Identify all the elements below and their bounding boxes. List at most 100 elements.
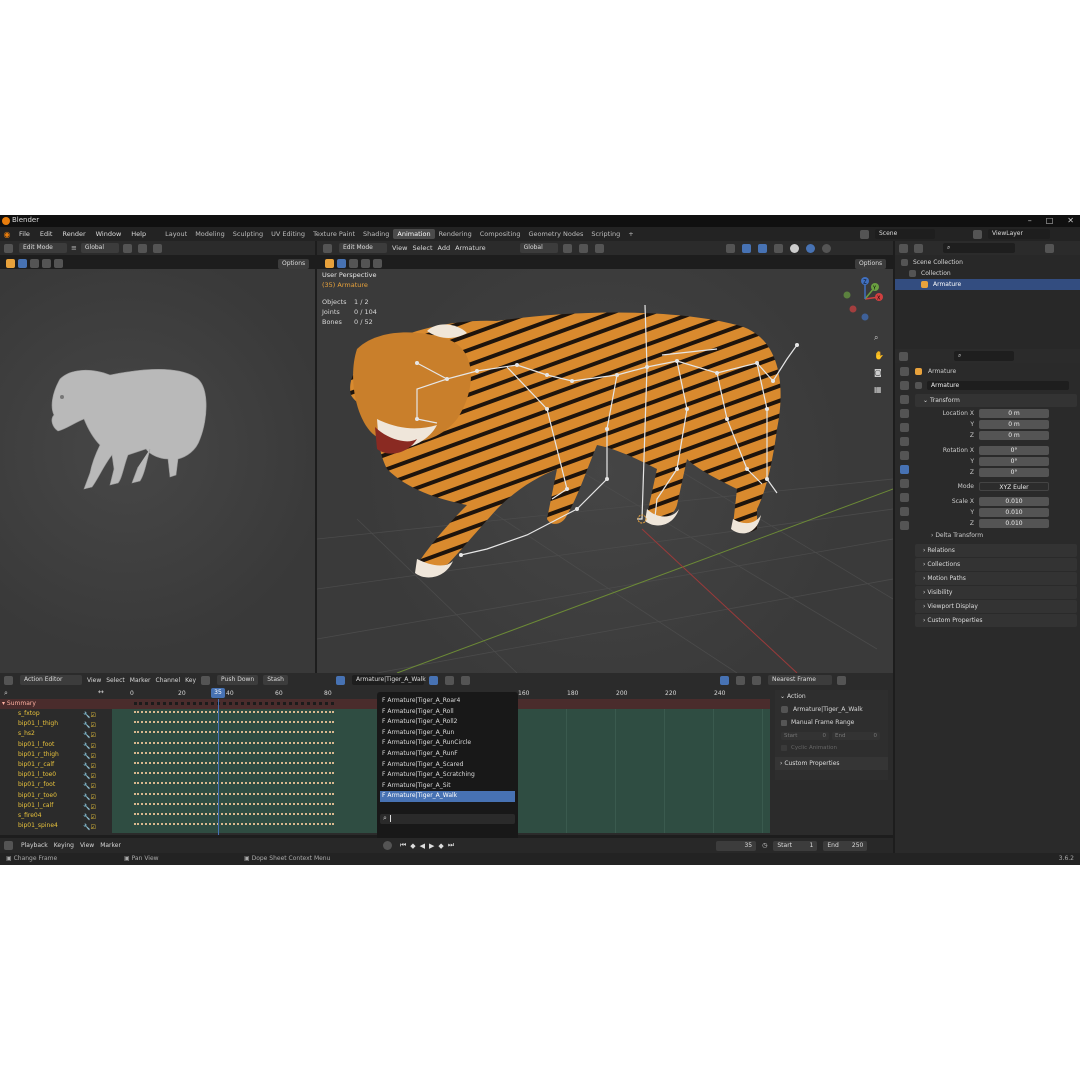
scene-name-field[interactable]: Scene <box>875 229 935 239</box>
shading-rendered-icon[interactable] <box>821 243 831 253</box>
outliner-search-input[interactable]: ⌕ <box>943 243 1015 253</box>
menu-view[interactable]: View <box>87 677 101 684</box>
overlay-icon[interactable] <box>757 243 767 253</box>
new-action-icon[interactable] <box>444 675 454 685</box>
relations-panel-header[interactable]: › Relations <box>915 544 1077 557</box>
left-mode-dropdown[interactable]: Edit Mode <box>19 243 67 253</box>
menu-select[interactable]: Select <box>106 677 125 684</box>
location-z-field[interactable]: 0 m <box>979 431 1049 440</box>
tree-armature[interactable]: Armature <box>895 279 1080 290</box>
channel-toggles-icon[interactable]: 🔧☑ <box>83 772 109 780</box>
tab-layout[interactable]: Layout <box>161 229 191 239</box>
channel-bip01-l-calf[interactable]: bip01_l_calf 🔧☑ <box>0 801 112 811</box>
custom-properties-panel-header[interactable]: › Custom Properties <box>915 614 1077 627</box>
action-panel-title[interactable]: ⌄ Action <box>775 690 888 703</box>
keyframe-row[interactable] <box>134 782 334 785</box>
snap-icon[interactable] <box>578 243 588 253</box>
channel-toggles-icon[interactable]: 🔧☑ <box>83 721 109 729</box>
delta-transform-subpanel[interactable]: › Delta Transform <box>921 532 1077 543</box>
channel-toggles-icon[interactable]: 🔧☑ <box>83 813 109 821</box>
jump-end-icon[interactable]: ⏭ <box>448 841 454 850</box>
search-icon[interactable]: ⌕ <box>4 689 8 698</box>
viewport-display-panel-header[interactable]: › Viewport Display <box>915 600 1077 613</box>
navigation-gizmo[interactable]: X Y Z <box>837 275 887 325</box>
location-x-field[interactable]: 0 m <box>979 409 1049 418</box>
menu-marker[interactable]: Marker <box>100 842 121 849</box>
menu-window[interactable]: Window <box>91 230 127 238</box>
channel-toggles-icon[interactable]: 🔧☑ <box>83 752 109 760</box>
editor-type-icon[interactable] <box>323 243 332 253</box>
current-frame-field[interactable]: 35 <box>716 840 757 851</box>
custom-properties-header[interactable]: › Custom Properties <box>775 757 888 770</box>
prev-keyframe-icon[interactable]: ◆ <box>410 842 415 850</box>
main-mode-dropdown[interactable]: Edit Mode <box>339 243 387 253</box>
channel-s-fire04[interactable]: s_fire04 🔧☑ <box>0 811 112 821</box>
channel-toggles-icon[interactable]: 🔧☑ <box>83 762 109 770</box>
tab-compositing[interactable]: Compositing <box>476 229 525 239</box>
action-item[interactable]: F Armature|Tiger_A_RunF <box>377 749 518 760</box>
select-invert-icon[interactable] <box>373 259 382 268</box>
channel-toggles-icon[interactable]: 🔧☑ <box>83 803 109 811</box>
proportional-icon[interactable] <box>836 675 846 685</box>
main-viewport[interactable]: User Perspective (35) Armature Objects 1 … <box>317 269 893 673</box>
keyframe-row[interactable] <box>134 762 334 764</box>
menu-channel[interactable]: Channel <box>156 677 181 684</box>
menu-view[interactable]: View <box>80 842 94 849</box>
maximize-icon[interactable]: □ <box>1046 216 1054 225</box>
menu-marker[interactable]: Marker <box>130 677 151 684</box>
action-item[interactable]: F Armature|Tiger_A_Sit <box>377 781 518 792</box>
channel-toggles-icon[interactable]: 🔧☑ <box>83 793 109 801</box>
tab-geometry-nodes[interactable]: Geometry Nodes <box>525 229 588 239</box>
show-hidden-icon[interactable] <box>735 675 745 685</box>
action-item-selected[interactable]: F Armature|Tiger_A_Walk <box>380 791 515 802</box>
display-mode-icon[interactable] <box>914 243 923 253</box>
render-tab-icon[interactable] <box>900 381 909 390</box>
camera-icon[interactable]: ◙ <box>874 368 884 377</box>
stopwatch-icon[interactable]: ◷ <box>762 842 767 849</box>
channel-bip01-r-toe0[interactable]: bip01_r_toe0 🔧☑ <box>0 791 112 801</box>
tool-tab-icon[interactable] <box>900 367 909 376</box>
cyclic-checkbox[interactable] <box>781 745 787 751</box>
xray-icon[interactable] <box>773 243 783 253</box>
keyframe-icon[interactable] <box>201 675 211 685</box>
channel-bip01-l-thigh[interactable]: bip01_l_thigh 🔧☑ <box>0 719 112 729</box>
select-extend-icon[interactable] <box>349 259 358 268</box>
world-tab-icon[interactable] <box>900 437 909 446</box>
blender-menu-icon[interactable]: ◉ <box>0 230 14 239</box>
tab-shading[interactable]: Shading <box>359 229 393 239</box>
editor-type-icon[interactable] <box>4 243 13 253</box>
channel-toggles-icon[interactable]: 🔧☑ <box>83 782 109 790</box>
unlink-action-icon[interactable] <box>460 675 470 685</box>
filter-icon[interactable] <box>1045 243 1054 253</box>
collections-panel-header[interactable]: › Collections <box>915 558 1077 571</box>
start-frame-field[interactable]: Start 1 <box>773 840 818 851</box>
left-orientation-dropdown[interactable]: Global <box>80 243 119 253</box>
pivot-icon[interactable] <box>562 243 572 253</box>
scene-tab-icon[interactable] <box>900 423 909 432</box>
keyframe-row[interactable] <box>134 813 334 815</box>
channel-s-fxtop[interactable]: s_fxtop 🔧☑ <box>0 709 112 719</box>
shading-material-icon[interactable] <box>805 243 815 253</box>
tree-collection[interactable]: Collection <box>901 268 1080 279</box>
channel-toggles-icon[interactable]: 🔧☑ <box>83 711 109 719</box>
tool-icon[interactable] <box>6 259 15 268</box>
left-options-button[interactable]: Options <box>278 259 310 269</box>
location-y-field[interactable]: 0 m <box>979 420 1049 429</box>
channel-toggles-icon[interactable]: 🔧☑ <box>83 742 109 750</box>
keyframe-row[interactable] <box>134 802 334 805</box>
object-tab-icon[interactable] <box>900 465 909 474</box>
menu-help[interactable]: Help <box>126 230 151 238</box>
action-item[interactable]: F Armature|Tiger_A_Roll <box>377 707 518 718</box>
editor-type-icon[interactable] <box>4 841 13 850</box>
menu-select[interactable]: Select <box>412 244 432 252</box>
push-down-button[interactable]: Push Down <box>217 675 259 685</box>
channel-bip01-r-calf[interactable]: bip01_r_calf 🔧☑ <box>0 760 112 770</box>
side-action-name[interactable]: Armature|Tiger_A_Walk <box>793 706 863 713</box>
view-layer-tab-icon[interactable] <box>900 409 909 418</box>
tool-icon[interactable] <box>325 259 334 268</box>
object-name-field[interactable]: Armature <box>927 381 1069 390</box>
menu-playback[interactable]: Playback <box>21 842 48 849</box>
menu-add[interactable]: Add <box>438 244 451 252</box>
menu-keying[interactable]: Keying <box>54 842 74 849</box>
action-item[interactable]: F Armature|Tiger_A_RunCircle <box>377 738 518 749</box>
